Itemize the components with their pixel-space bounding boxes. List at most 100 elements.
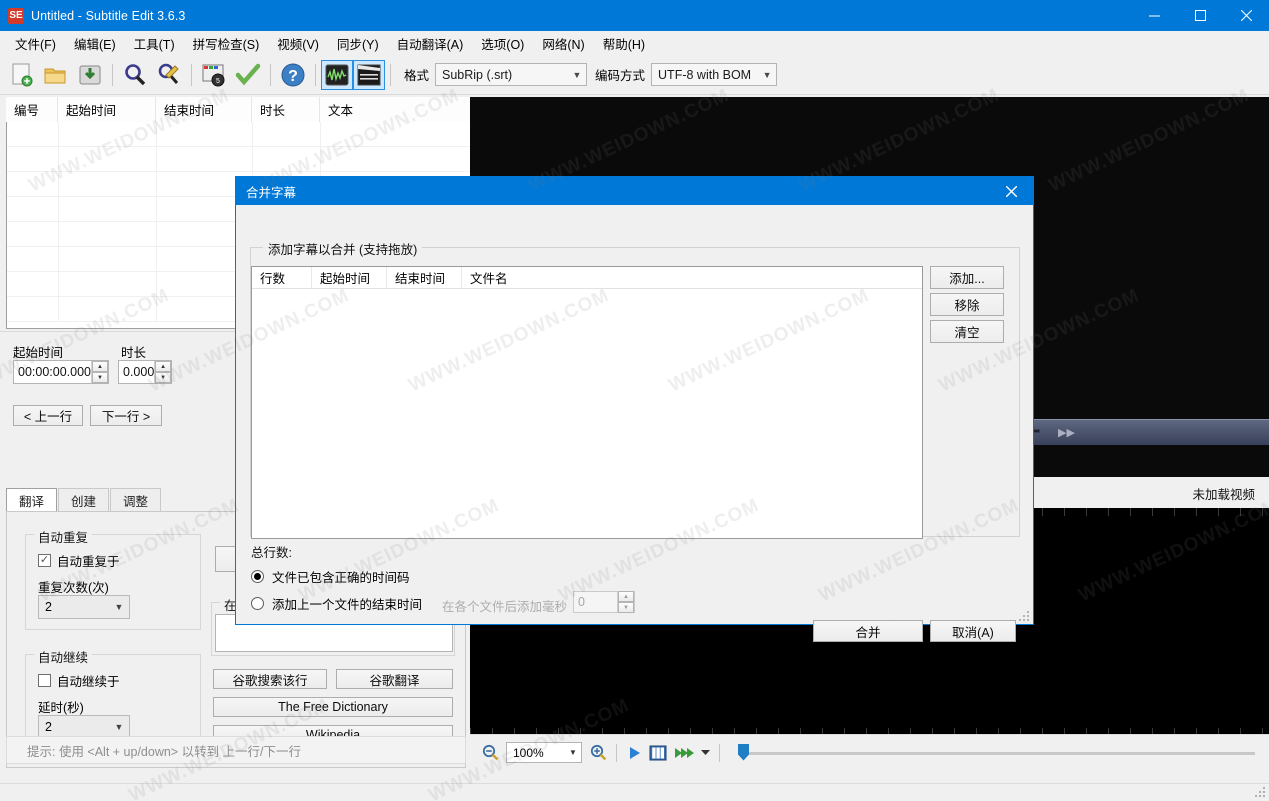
checkbox-checked-icon: ✓ [38,554,51,567]
double-arrow-icon[interactable] [671,737,697,769]
dialog-side-buttons: 添加... 移除 清空 [930,266,1004,347]
grid-icon[interactable] [645,737,671,769]
find-icon[interactable] [118,59,152,91]
dialog-resize-gripper[interactable] [1018,611,1030,623]
tab-create[interactable]: 创建 [58,488,109,512]
minimize-button[interactable] [1131,0,1177,31]
chevron-down-icon[interactable] [697,737,713,769]
merge-file-list[interactable]: 行数 起始时间 结束时间 文件名 [251,266,923,539]
auto-repeat-checkbox-label: 自动重复于 [57,551,120,570]
merge-file-list-header: 行数 起始时间 结束时间 文件名 [252,267,922,289]
window-title: Untitled - Subtitle Edit 3.6.3 [31,9,185,23]
sync-fix-icon[interactable]: 5 [197,59,231,91]
column-header-end-time[interactable]: 结束时间 [156,97,252,122]
menu-spellcheck[interactable]: 拼写检查(S) [184,31,269,56]
menu-options[interactable]: 选项(O) [472,31,533,56]
zoom-out-icon[interactable] [478,737,502,769]
open-folder-icon[interactable] [39,59,73,91]
maximize-button[interactable] [1177,0,1223,31]
chevron-down-icon: ▼ [568,70,586,80]
video-toggle-icon[interactable] [353,60,385,90]
toolbar-separator [315,64,316,86]
encoding-value: UTF-8 with BOM [658,68,758,82]
clear-button[interactable]: 清空 [930,320,1004,343]
column-header-start-time[interactable]: 起始时间 [58,97,156,122]
remove-button[interactable]: 移除 [930,293,1004,316]
tab-translate[interactable]: 翻译 [6,488,57,512]
next-line-button[interactable]: 下一行 > [90,405,162,426]
menu-tools[interactable]: 工具(T) [125,31,184,56]
chevron-down-icon: ▼ [758,70,776,80]
milliseconds-spinner[interactable]: ▲ ▼ [617,591,634,613]
start-time-field[interactable]: 00:00:00.000 ▲ ▼ [13,360,109,384]
tab-adjust[interactable]: 调整 [110,488,161,512]
repeat-count-dropdown[interactable]: 2 ▼ [38,595,130,619]
add-button[interactable]: 添加... [930,266,1004,289]
help-icon[interactable]: ? [276,59,310,91]
encoding-combo[interactable]: UTF-8 with BOM ▼ [651,63,777,86]
radio-correct-timecodes-label: 文件已包含正确的时间码 [272,567,410,586]
spinner-down-icon[interactable]: ▼ [618,602,634,613]
slider-thumb[interactable] [738,744,749,761]
column-header-end-time[interactable]: 结束时间 [387,267,462,288]
waveform-toolbar: 100% ▼ [470,734,1269,770]
merge-button[interactable]: 合并 [813,620,923,642]
toolbar-separator [191,64,192,86]
menu-sync[interactable]: 同步(Y) [328,31,388,56]
column-header-number[interactable]: 编号 [6,97,58,122]
format-label: 格式 [404,65,429,84]
save-icon[interactable] [73,59,107,91]
resize-gripper[interactable] [1254,787,1266,799]
spellcheck-ok-icon[interactable] [231,59,265,91]
waveform-toggle-icon[interactable] [321,60,353,90]
total-rows-label: 总行数: [251,542,292,561]
chevron-down-icon: ▼ [565,748,581,757]
duration-label: 时长 [121,342,146,361]
duration-field[interactable]: 0.000 ▲ ▼ [118,360,172,384]
close-button[interactable] [1223,0,1269,31]
dialog-close-icon[interactable] [989,177,1033,205]
milliseconds-field[interactable]: 0 ▲ ▼ [573,591,635,613]
waveform-position-slider[interactable] [738,744,1255,762]
menu-help[interactable]: 帮助(H) [594,31,654,56]
spinner-up-icon[interactable]: ▲ [618,591,634,602]
menu-file[interactable]: 文件(F) [6,31,65,56]
menu-autotranslate[interactable]: 自动翻译(A) [388,31,473,56]
zoom-in-icon[interactable] [586,737,610,769]
milliseconds-label: 在各个文件后添加毫秒 [442,596,567,615]
column-header-start-time[interactable]: 起始时间 [312,267,387,288]
column-header-line-count[interactable]: 行数 [252,267,312,288]
zoom-level-value: 100% [513,746,544,760]
duration-spinner[interactable]: ▲ ▼ [154,361,171,383]
radio-append-endtime[interactable]: 添加上一个文件的结束时间 [251,594,422,613]
cancel-button[interactable]: 取消(A) [930,620,1016,642]
spinner-down-icon[interactable]: ▼ [92,372,108,383]
new-file-icon[interactable] [5,59,39,91]
auto-continue-checkbox[interactable]: 自动继续于 [38,671,120,690]
dialog-body: 添加字幕以合并 (支持拖放) 行数 起始时间 结束时间 文件名 添加... 移除… [236,205,1033,626]
column-header-duration[interactable]: 时长 [252,97,320,122]
menu-edit[interactable]: 编辑(E) [65,31,125,56]
chevron-down-icon: ▼ [109,602,129,612]
replace-icon[interactable] [152,59,186,91]
auto-repeat-checkbox[interactable]: ✓ 自动重复于 [38,551,120,570]
zoom-level-combo[interactable]: 100% ▼ [506,742,582,763]
format-combo[interactable]: SubRip (.srt) ▼ [435,63,587,86]
start-time-spinner[interactable]: ▲ ▼ [91,361,108,383]
spinner-down-icon[interactable]: ▼ [155,372,171,383]
previous-line-button[interactable]: < 上一行 [13,405,83,426]
free-dictionary-button[interactable]: The Free Dictionary [213,697,453,717]
fast-forward-icon[interactable]: ▶▶ [1058,426,1075,439]
menu-network[interactable]: 网络(N) [533,31,593,56]
radio-correct-timecodes[interactable]: 文件已包含正确的时间码 [251,567,410,586]
auto-continue-checkbox-label: 自动继续于 [57,671,120,690]
menu-video[interactable]: 视频(V) [268,31,328,56]
spinner-up-icon[interactable]: ▲ [155,361,171,372]
play-icon[interactable] [623,737,645,769]
spinner-up-icon[interactable]: ▲ [92,361,108,372]
column-header-filename[interactable]: 文件名 [462,267,922,288]
google-translate-button[interactable]: 谷歌翻译 [336,669,453,689]
duration-value: 0.000 [119,365,154,379]
google-search-line-button[interactable]: 谷歌搜索该行 [213,669,327,689]
menu-bar: 文件(F) 编辑(E) 工具(T) 拼写检查(S) 视频(V) 同步(Y) 自动… [0,31,1269,55]
